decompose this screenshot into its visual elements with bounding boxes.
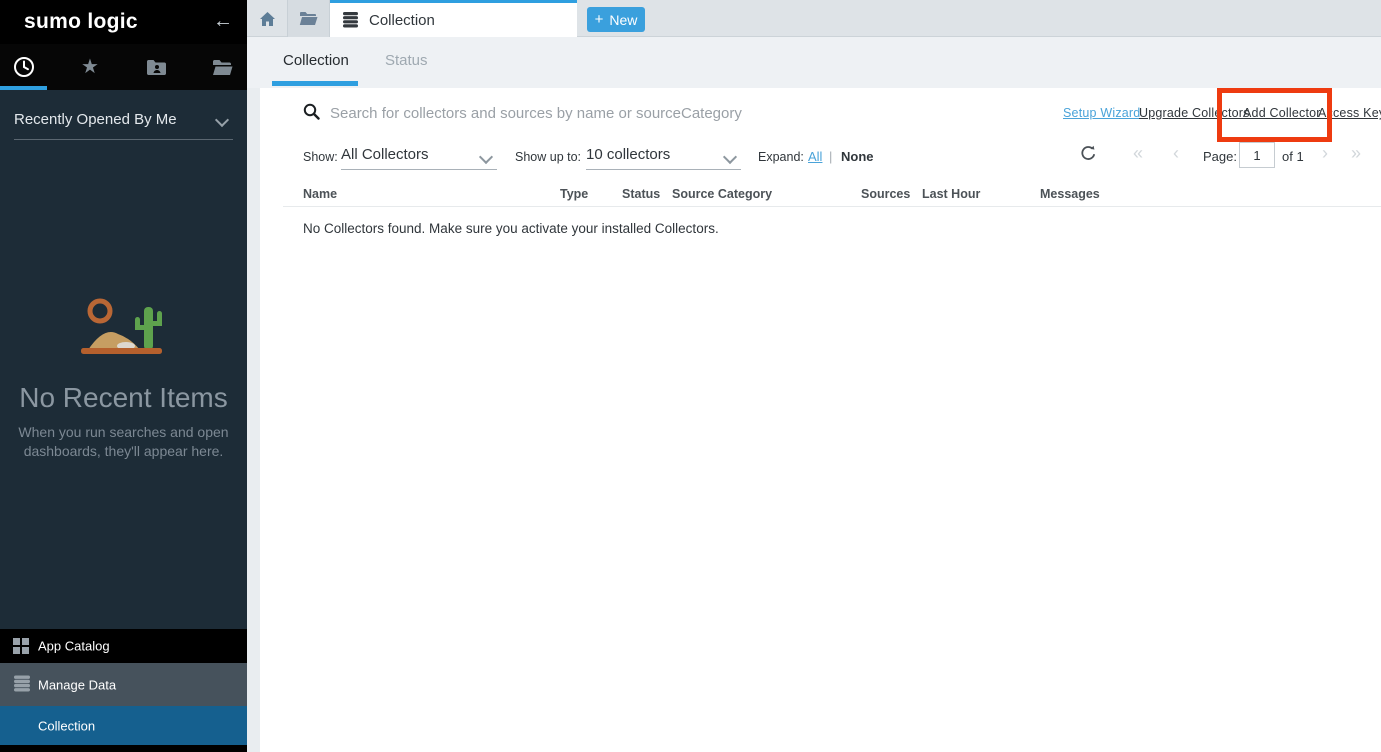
setup-wizard-link[interactable]: Setup Wizard — [1063, 106, 1140, 120]
page-count-text: of 1 — [1282, 149, 1304, 164]
pagination-first-icon[interactable]: « — [1133, 143, 1143, 164]
database-icon — [342, 12, 359, 28]
recent-items-selector-label: Recently Opened By Me — [14, 111, 177, 128]
page-number-input[interactable] — [1239, 142, 1275, 168]
recent-items-selector[interactable]: Recently Opened By Me — [14, 104, 233, 140]
favorites-star-icon[interactable]: ★ — [75, 53, 105, 81]
home-tab-button[interactable] — [247, 0, 288, 37]
show-filter-underline — [341, 169, 497, 170]
home-icon — [259, 11, 276, 27]
column-header-status[interactable]: Status — [622, 187, 660, 201]
limit-filter-label: Show up to: — [515, 150, 581, 164]
expand-none-link[interactable]: None — [841, 149, 874, 164]
column-header-name[interactable]: Name — [303, 187, 337, 201]
column-header-last-hour[interactable]: Last Hour — [922, 187, 980, 201]
folder-open-icon — [299, 11, 318, 26]
show-filter-label: Show: — [303, 150, 338, 164]
sidebar: sumo logic ← ★ Recently Opened By Me — [0, 0, 247, 752]
tab-collection-label: Collection — [369, 12, 435, 29]
pagination-last-icon[interactable]: » — [1351, 143, 1361, 164]
app-window: sumo logic ← ★ Recently Opened By Me — [0, 0, 1381, 752]
sidebar-item-manage-data[interactable]: Manage Data — [0, 663, 247, 706]
content-panel — [260, 88, 1381, 752]
upgrade-collectors-link[interactable]: Upgrade Collectors — [1139, 106, 1250, 120]
pagination-next-icon[interactable]: › — [1322, 143, 1328, 164]
column-header-sources[interactable]: Sources — [861, 187, 910, 201]
app-logo: sumo logic — [24, 0, 138, 44]
collapse-sidebar-icon[interactable]: ← — [213, 0, 233, 42]
expand-label: Expand: — [758, 150, 804, 164]
app-catalog-grid-icon — [13, 638, 29, 654]
library-tab-button[interactable] — [288, 0, 330, 37]
sidebar-icon-nav: ★ — [0, 44, 247, 90]
recents-clock-icon[interactable] — [9, 53, 39, 81]
pagination-prev-icon[interactable]: ‹ — [1173, 143, 1179, 164]
sidebar-item-collection[interactable]: Collection — [0, 706, 247, 745]
database-icon — [13, 675, 31, 694]
content-gutter — [247, 88, 260, 752]
sidebar-item-app-catalog[interactable]: App Catalog — [0, 629, 247, 663]
plus-icon: + — [595, 11, 604, 28]
library-folder-icon[interactable] — [208, 53, 238, 81]
add-collector-link[interactable]: Add Collector — [1243, 106, 1321, 120]
search-input[interactable] — [328, 97, 952, 129]
sidebar-header: sumo logic ← — [0, 0, 247, 44]
column-header-messages[interactable]: Messages — [1040, 187, 1100, 201]
empty-table-message: No Collectors found. Make sure you activ… — [303, 221, 719, 236]
expand-all-link[interactable]: All — [808, 149, 822, 164]
sun-icon — [90, 301, 110, 321]
show-filter-dropdown[interactable]: All Collectors — [341, 146, 429, 163]
limit-filter-dropdown[interactable]: 10 collectors — [586, 146, 670, 163]
no-recent-items-title: No Recent Items — [0, 382, 247, 414]
active-nav-underline — [0, 86, 47, 90]
page-label: Page: — [1203, 149, 1237, 164]
limit-filter-underline — [586, 169, 741, 170]
active-tab-underline — [272, 81, 358, 86]
personal-folder-icon[interactable] — [141, 53, 171, 81]
access-keys-link[interactable]: Access Keys — [1318, 106, 1381, 120]
no-recent-items-subtitle: When you run searches and open dashboard… — [0, 423, 247, 461]
tab-collection[interactable]: Collection — [330, 0, 577, 37]
new-tab-button[interactable]: + New — [587, 7, 645, 32]
refresh-icon[interactable] — [1080, 145, 1097, 167]
desert-illustration — [60, 290, 184, 363]
search-icon — [303, 103, 320, 125]
column-header-type[interactable]: Type — [560, 187, 588, 201]
page-tab-collection[interactable]: Collection — [283, 52, 349, 69]
sidebar-next-item-strip — [0, 745, 247, 752]
table-header-divider — [283, 206, 1381, 207]
chevron-down-icon — [215, 113, 229, 127]
expand-divider: | — [829, 149, 832, 164]
column-header-source-category[interactable]: Source Category — [672, 187, 772, 201]
page-tab-status[interactable]: Status — [385, 52, 428, 69]
